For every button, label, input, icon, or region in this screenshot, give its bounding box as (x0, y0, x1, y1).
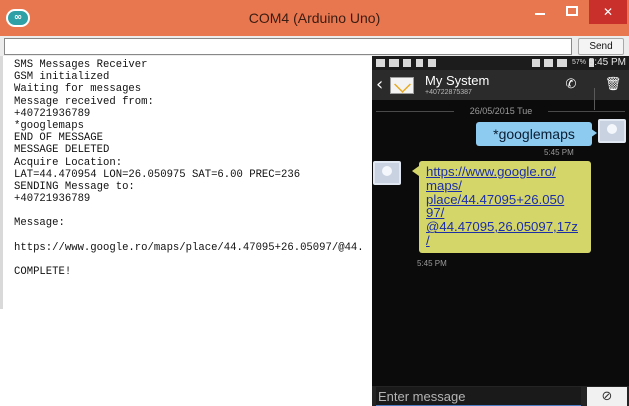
minimize-icon (535, 13, 545, 15)
serial-line: GSM initialized (14, 71, 110, 84)
serial-line: https://www.google.ro/maps/place/44.4709… (14, 241, 364, 254)
notification-icon (376, 59, 385, 67)
received-bubble-tail (412, 166, 419, 176)
serial-line: Message: (14, 217, 65, 230)
send-button[interactable]: Send (578, 38, 624, 55)
attach-button[interactable]: ⊘ (587, 387, 627, 406)
serial-line: *googlemaps (14, 119, 84, 132)
serial-send-input[interactable] (4, 38, 572, 55)
serial-line (14, 254, 372, 266)
signal-icon (557, 59, 567, 67)
map-link-line[interactable]: place/44.47095+26.050 (426, 192, 585, 207)
received-message-bubble[interactable]: https://www.google.ro/ maps/ place/44.47… (419, 161, 591, 253)
received-message-time: 5:45 PM (417, 259, 447, 268)
title-bar: ∞ COM4 (Arduino Uno) ✕ (0, 0, 629, 36)
maximize-icon (566, 6, 578, 16)
phone-screen: 57% 5:45 PM ‹ My System +40722875387 ✆ 🗑… (372, 56, 629, 406)
serial-line (14, 230, 372, 242)
maximize-button[interactable] (557, 0, 587, 24)
serial-line: SENDING Message to: (14, 180, 135, 193)
map-link-line[interactable]: @44.47095,26.05097,17z (426, 220, 585, 234)
usb-icon (416, 59, 423, 67)
contact-name: My System (425, 73, 490, 88)
back-icon[interactable]: ‹ (376, 75, 386, 95)
contact-number: +40722875387 (425, 89, 472, 96)
map-link-line[interactable]: maps/ (426, 178, 585, 193)
warning-icon (428, 59, 436, 67)
serial-line: +40721936789 (14, 107, 91, 120)
divider-rule (376, 111, 454, 112)
map-link-line[interactable]: 97/ (426, 206, 585, 220)
sent-bubble-tail (590, 128, 597, 138)
date-label: 26/05/2015 Tue (469, 106, 533, 116)
divider-rule (548, 111, 625, 112)
sent-message-bubble[interactable]: *googlemaps (476, 122, 592, 146)
conversation-header: ‹ My System +40722875387 ✆ 🗑 (372, 70, 629, 110)
date-divider: 26/05/2015 Tue (372, 105, 629, 117)
message-input[interactable] (376, 387, 581, 406)
alarm-icon (532, 59, 540, 67)
serial-line: END OF MESSAGE (14, 132, 104, 145)
wifi-icon (544, 59, 553, 67)
paperclip-icon: ⊘ (601, 389, 613, 404)
envelope-icon (390, 77, 414, 94)
serial-line: Message received from: (14, 95, 154, 108)
close-icon: ✕ (602, 5, 614, 19)
serial-line: Waiting for messages (14, 83, 142, 96)
contact-avatar-icon (373, 161, 401, 185)
battery-level: 57% (572, 59, 587, 66)
user-avatar-icon (598, 119, 626, 143)
serial-line: +40721936789 (14, 193, 91, 206)
sent-message-time: 5:45 PM (544, 148, 574, 157)
map-link-line[interactable]: https://www.google.ro/ (426, 165, 585, 179)
delete-icon[interactable]: 🗑 (604, 76, 622, 94)
map-link-line[interactable]: / (426, 234, 585, 248)
minimize-button[interactable] (525, 0, 555, 24)
call-icon[interactable]: ✆ (562, 76, 580, 94)
status-time: 5:45 PM (588, 57, 626, 68)
serial-line: COMPLETE! (14, 266, 72, 279)
phone-status-bar: 57% 5:45 PM (372, 56, 629, 70)
window-edge (0, 56, 3, 309)
message-notification-icon (389, 59, 399, 67)
serial-line: LAT=44.470954 LON=26.050975 SAT=6.00 PRE… (14, 168, 301, 181)
serial-line: SMS Messages Receiver (14, 59, 148, 71)
serial-output-area[interactable]: SMS Messages Receiver GSM initialized Wa… (14, 59, 372, 309)
serial-toolbar: Send (0, 36, 629, 56)
compose-bar: ⊘ (372, 386, 629, 406)
serial-line: Acquire Location: (14, 156, 123, 169)
serial-line (14, 205, 372, 217)
close-button[interactable]: ✕ (589, 0, 627, 24)
serial-line: MESSAGE DELETED (14, 144, 110, 157)
gallery-icon (403, 59, 411, 67)
